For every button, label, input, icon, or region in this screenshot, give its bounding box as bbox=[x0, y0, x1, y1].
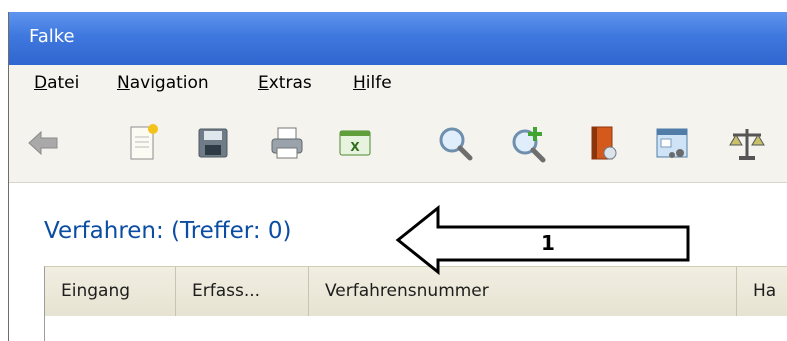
table-body bbox=[44, 316, 787, 341]
column-header-ha[interactable]: Ha bbox=[737, 267, 787, 316]
menu-hilfe[interactable]: Hilfe bbox=[353, 73, 392, 93]
search-icon[interactable] bbox=[433, 121, 477, 165]
page-title: Verfahren: (Treffer: 0) bbox=[44, 218, 292, 244]
save-icon[interactable] bbox=[191, 121, 235, 165]
menu-extras[interactable]: Extras bbox=[258, 73, 312, 93]
print-icon[interactable] bbox=[265, 121, 309, 165]
svg-text:X: X bbox=[350, 140, 360, 154]
title-bar[interactable]: Falke bbox=[9, 12, 787, 65]
window-layout-icon[interactable] bbox=[650, 121, 694, 165]
window-title: Falke bbox=[29, 26, 75, 47]
annotation-label: 1 bbox=[541, 231, 555, 255]
toolbar: X bbox=[9, 107, 787, 183]
menu-datei[interactable]: Datei bbox=[34, 73, 79, 93]
menu-navigation[interactable]: Navigation bbox=[117, 73, 209, 93]
back-arrow-icon[interactable] bbox=[21, 121, 65, 165]
scales-icon[interactable] bbox=[725, 121, 769, 165]
column-header-erfass[interactable]: Erfass... bbox=[176, 267, 309, 316]
excel-export-icon[interactable]: X bbox=[333, 121, 377, 165]
address-book-icon[interactable] bbox=[580, 121, 624, 165]
new-document-icon[interactable] bbox=[121, 121, 165, 165]
menu-bar: Datei Navigation Extras Hilfe bbox=[9, 65, 787, 107]
add-search-icon[interactable] bbox=[506, 121, 550, 165]
column-header-eingang[interactable]: Eingang bbox=[45, 267, 176, 316]
